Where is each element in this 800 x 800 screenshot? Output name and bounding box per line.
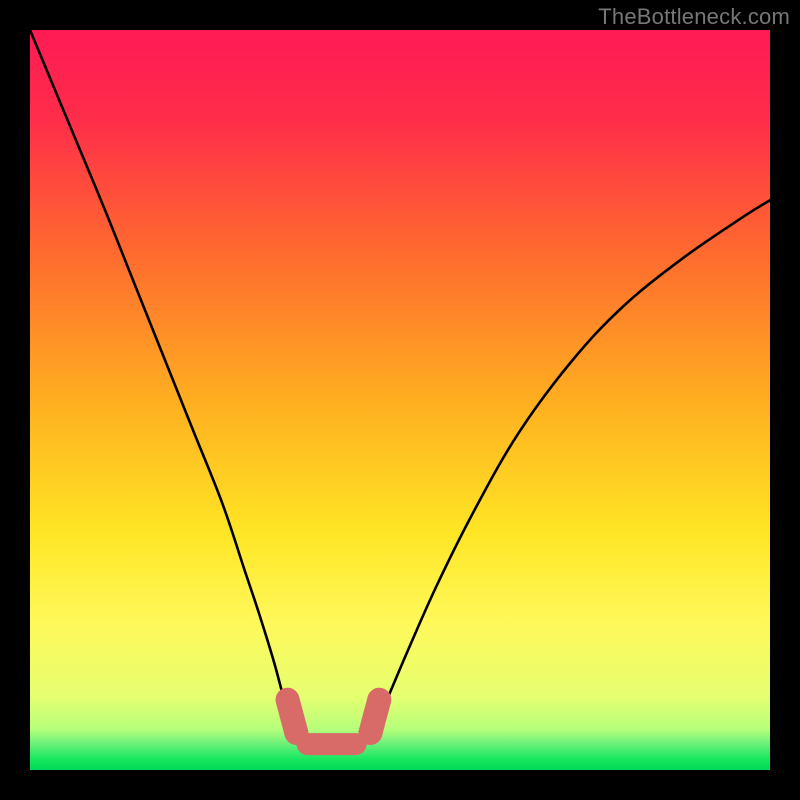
chart-canvas bbox=[30, 30, 770, 770]
gradient-background bbox=[30, 30, 770, 770]
plot-area bbox=[30, 30, 770, 770]
watermark-text: TheBottleneck.com bbox=[598, 4, 790, 30]
chart-frame: TheBottleneck.com bbox=[0, 0, 800, 800]
